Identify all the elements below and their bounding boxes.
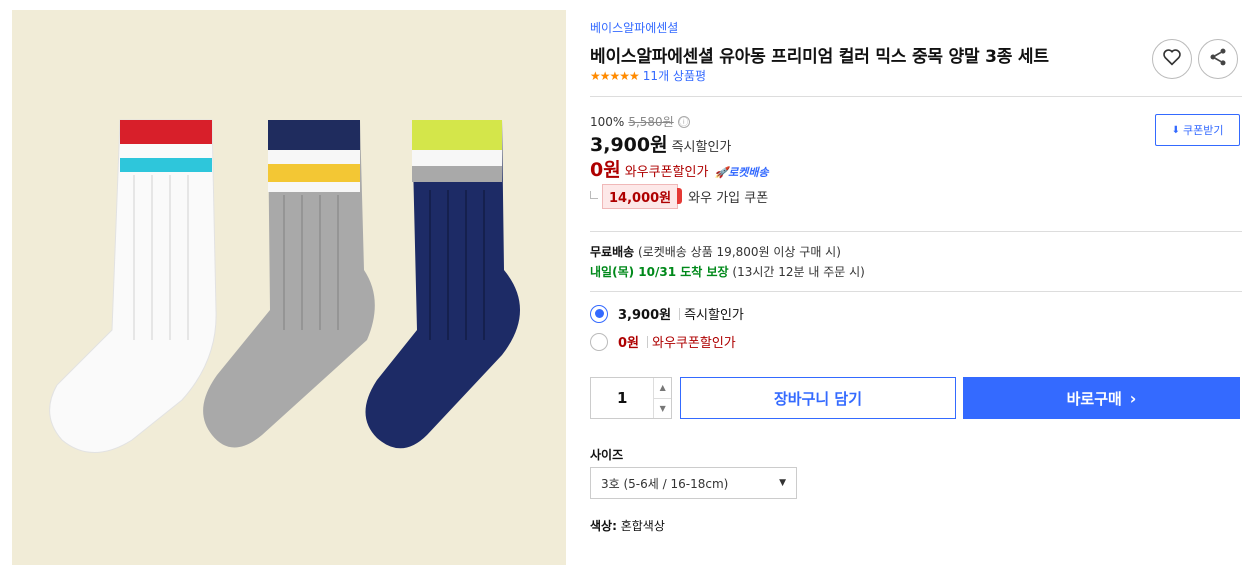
radio-button[interactable] (590, 304, 608, 323)
size-selected-value: 3호 (5-6세 / 16-18cm) (601, 476, 729, 491)
download-icon: ⬇ (1171, 124, 1180, 136)
wow-price-row: 0원 와우쿠폰할인가 🚀로켓배송 (590, 155, 769, 182)
discount-row: 100% 5,580원 ⓘ (590, 113, 690, 130)
buy-now-label: 바로구매 (1066, 389, 1122, 408)
free-shipping-label: 무료배송 (590, 245, 635, 259)
buy-now-button[interactable]: 바로구매 › (963, 377, 1240, 419)
wow-price-label: 와우쿠폰할인가 (624, 165, 709, 180)
info-icon[interactable]: ⓘ (677, 115, 690, 128)
option-label: 즉시할인가 (684, 308, 744, 323)
brand-link[interactable]: 베이스알파에센셜 (590, 19, 678, 36)
option-price: 3,900원 (618, 308, 672, 323)
product-title: 베이스알파에센셜 유아동 프리미엄 컬러 믹스 중목 양말 3종 세트 (590, 47, 1049, 67)
divider (590, 291, 1242, 292)
coupon-label: 와우 가입 쿠폰 (688, 191, 769, 206)
product-info-panel: 베이스알파에센셜 베이스알파에센셜 유아동 프리미엄 컬러 믹스 중목 양말 3… (590, 0, 1242, 572)
divider (590, 231, 1242, 232)
size-label: 사이즈 (590, 448, 624, 462)
rating-stars: ★★★★★ (590, 68, 640, 83)
size-select[interactable]: 3호 (5-6세 / 16-18cm) ▼ (590, 467, 797, 499)
quantity-input[interactable]: 1 (591, 378, 653, 418)
color-row: 색상: 혼합색상 (590, 517, 665, 534)
divider (590, 96, 1242, 97)
shipping-row: 무료배송 (로켓배송 상품 19,800원 이상 구매 시) (590, 243, 841, 260)
corner-line (590, 190, 598, 199)
quantity-stepper[interactable]: 1 ▲ ▼ (590, 377, 672, 419)
radio-button[interactable] (590, 332, 608, 351)
price-option-wow[interactable]: 0원 와우쿠폰할인가 (590, 332, 736, 351)
free-shipping-detail: (로켓배송 상품 19,800원 이상 구매 시) (638, 245, 841, 259)
heart-icon (1162, 48, 1182, 70)
increment-icon[interactable]: ▲ (654, 378, 671, 398)
wow-price: 0원 (590, 159, 621, 181)
product-image (12, 10, 566, 565)
color-value: 혼합색상 (620, 519, 665, 533)
original-price: 5,580원 (628, 115, 674, 129)
price-option-instant[interactable]: 3,900원 즉시할인가 (590, 304, 744, 323)
rocket-delivery-badge: 🚀로켓배송 (714, 166, 769, 179)
chevron-right-icon: › (1129, 388, 1137, 408)
wishlist-button[interactable] (1152, 39, 1192, 79)
color-label: 색상: (590, 519, 617, 533)
coupon-row: 14,000원 와우 가입 쿠폰 (590, 184, 768, 209)
review-count-link[interactable]: 11개 상품평 (643, 67, 706, 84)
decrement-icon[interactable]: ▼ (654, 397, 671, 419)
instant-price-row: 3,900원 즉시할인가 (590, 130, 731, 157)
option-label: 와우쿠폰할인가 (652, 336, 736, 351)
instant-price-label: 즉시할인가 (671, 140, 732, 155)
caret-down-icon: ▼ (779, 478, 786, 488)
instant-price: 3,900원 (590, 134, 668, 156)
delivery-row: 내일(목) 10/31 도착 보장 (13시간 12분 내 주문 시) (590, 263, 865, 280)
add-to-cart-button[interactable]: 장바구니 담기 (680, 377, 956, 419)
delivery-date: 내일(목) 10/31 도착 보장 (590, 265, 729, 279)
rating-row: ★★★★★ 11개 상품평 (590, 67, 706, 84)
delivery-detail: (13시간 12분 내 주문 시) (732, 265, 865, 279)
discount-rate: 100% (590, 114, 625, 129)
download-coupon-label: 쿠폰받기 (1182, 124, 1224, 137)
download-coupon-button[interactable]: ⬇ 쿠폰받기 (1155, 114, 1240, 146)
option-price: 0원 (618, 336, 640, 351)
add-to-cart-label: 장바구니 담기 (773, 389, 863, 408)
share-button[interactable] (1198, 39, 1238, 79)
coupon-amount-badge: 14,000원 (602, 184, 683, 209)
share-icon (1208, 47, 1228, 71)
